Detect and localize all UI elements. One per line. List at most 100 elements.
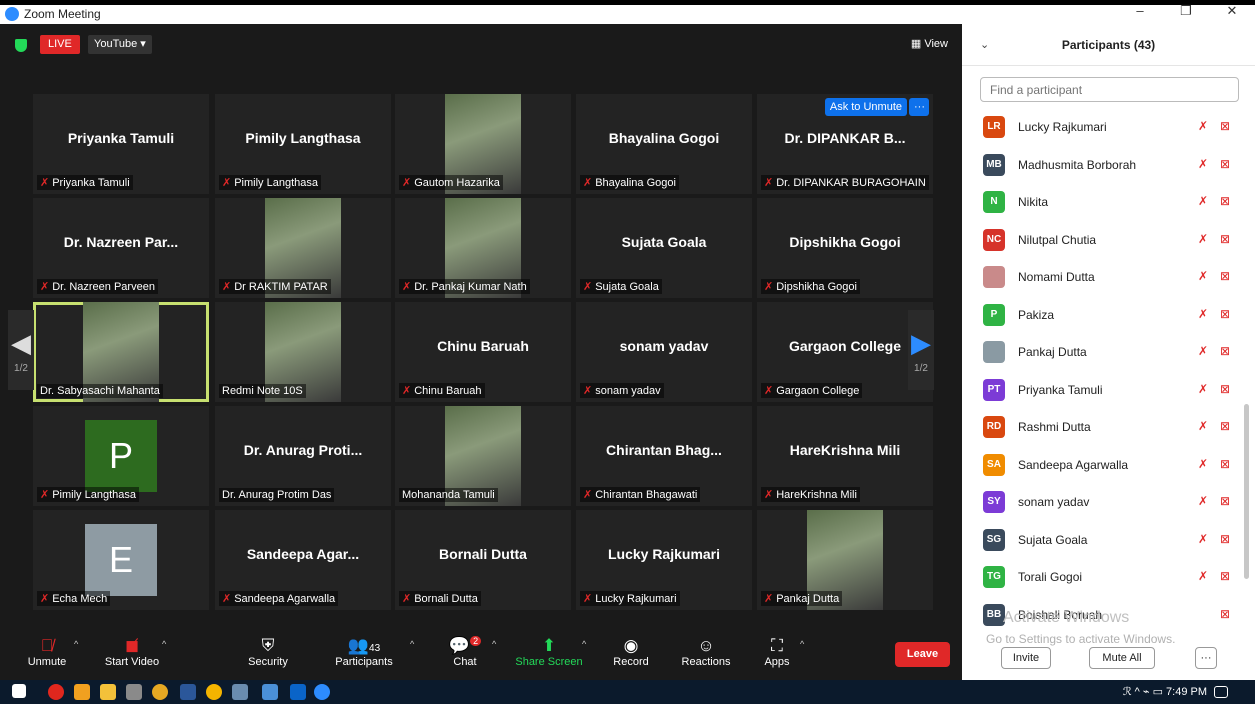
mic-muted-icon[interactable]: ✗ xyxy=(1198,457,1208,471)
video-tile[interactable]: Chirantan Bhag... ✗ Chirantan Bhagawati xyxy=(576,406,752,506)
view-button[interactable]: ▦ View xyxy=(911,37,948,50)
video-tile[interactable]: Dr. Nazreen Par... ✗ Dr. Nazreen Parveen xyxy=(33,198,209,298)
video-tile[interactable]: Mohananda Tamuli xyxy=(395,406,571,506)
windows-start-icon[interactable] xyxy=(12,684,26,698)
chat-button[interactable]: 💬 2 Chat ^ xyxy=(448,636,496,668)
mic-muted-icon[interactable]: ✗ xyxy=(1198,569,1208,583)
video-tile[interactable]: E ✗ Echa Mech xyxy=(33,510,209,610)
prev-page-button[interactable]: ◀ 1/2 xyxy=(8,310,34,390)
notification-icon[interactable] xyxy=(1214,686,1228,698)
video-off-icon[interactable]: ⊠ xyxy=(1220,382,1230,396)
mic-muted-icon[interactable]: ✗ xyxy=(1198,119,1208,133)
video-tile[interactable]: ✗ Gautom Hazarika xyxy=(395,94,571,194)
video-tile[interactable]: Sandeepa Agar... ✗ Sandeepa Agarwalla xyxy=(215,510,391,610)
unmute-button[interactable]: 🎙̸ Unmute ^ xyxy=(22,636,79,668)
encryption-shield-icon[interactable] xyxy=(15,39,27,52)
app-icon[interactable] xyxy=(206,684,222,700)
live-badge[interactable]: LIVE xyxy=(40,35,80,54)
word-icon[interactable] xyxy=(180,684,196,700)
tray-icons[interactable]: ℛ ^ ⌁ ▭ xyxy=(1123,686,1166,698)
video-tile[interactable]: Gargaon College ✗ Gargaon College xyxy=(757,302,933,402)
more-options-button[interactable]: ··· xyxy=(1195,647,1217,669)
mic-muted-icon[interactable]: ✗ xyxy=(1198,382,1208,396)
participant-row[interactable]: Nomami Dutta ✗ ⊠ xyxy=(962,258,1255,295)
share-screen-button[interactable]: ⬆ Share Screen ^ xyxy=(514,636,586,668)
stream-dropdown[interactable]: YouTube ▾ xyxy=(88,35,152,54)
participants-button[interactable]: 👥43 Participants ^ xyxy=(330,636,414,668)
restore-button[interactable]: ❐ xyxy=(1163,3,1209,19)
video-tile[interactable]: Bornali Dutta ✗ Bornali Dutta xyxy=(395,510,571,610)
close-button[interactable]: ✕ xyxy=(1209,3,1255,19)
participant-row[interactable]: SG Sujata Goala ✗ ⊠ xyxy=(962,521,1255,558)
video-tile[interactable]: HareKrishna Mili ✗ HareKrishna Mili xyxy=(757,406,933,506)
video-tile[interactable]: Bhayalina Gogoi ✗ Bhayalina Gogoi xyxy=(576,94,752,194)
video-off-icon[interactable]: ⊠ xyxy=(1220,532,1230,546)
video-tile[interactable]: Sujata Goala ✗ Sujata Goala xyxy=(576,198,752,298)
participant-row[interactable]: NC Nilutpal Chutia ✗ ⊠ xyxy=(962,221,1255,258)
panel-scrollbar[interactable] xyxy=(1244,404,1249,579)
app-icon[interactable] xyxy=(74,684,90,700)
video-tile[interactable]: Dr. Anurag Proti... Dr. Anurag Protim Das xyxy=(215,406,391,506)
mic-muted-icon[interactable]: ✗ xyxy=(1198,157,1208,171)
apps-button[interactable]: ⛶ Apps ^ xyxy=(762,636,804,668)
video-off-icon[interactable]: ⊠ xyxy=(1220,232,1230,246)
zoom-taskbar-icon[interactable] xyxy=(314,684,330,700)
video-tile[interactable]: ✗ Pankaj Dutta xyxy=(757,510,933,610)
tile-more-button[interactable]: ··· xyxy=(909,98,929,116)
minimize-button[interactable]: – xyxy=(1117,3,1163,19)
participant-row[interactable]: MB Madhusmita Borborah ✗ ⊠ xyxy=(962,146,1255,183)
video-options-caret-icon[interactable]: ^ xyxy=(162,639,166,649)
participant-row[interactable]: P Pakiza ✗ ⊠ xyxy=(962,296,1255,333)
mic-muted-icon[interactable]: ✗ xyxy=(1198,269,1208,283)
video-off-icon[interactable]: ⊠ xyxy=(1220,569,1230,583)
opera-icon[interactable] xyxy=(48,684,64,700)
video-tile[interactable]: Redmi Note 10S xyxy=(215,302,391,402)
participant-row[interactable]: SA Sandeepa Agarwalla ✗ ⊠ xyxy=(962,446,1255,483)
video-tile[interactable]: Chinu Baruah ✗ Chinu Baruah xyxy=(395,302,571,402)
participant-row[interactable]: N Nikita ✗ ⊠ xyxy=(962,183,1255,220)
participant-row[interactable]: Pankaj Dutta ✗ ⊠ xyxy=(962,333,1255,370)
mic-muted-icon[interactable]: ✗ xyxy=(1198,532,1208,546)
video-off-icon[interactable]: ⊠ xyxy=(1220,607,1230,621)
start-video-button[interactable]: ◼̸ Start Video ^ xyxy=(100,636,166,668)
video-tile[interactable]: Pimily Langthasa ✗ Pimily Langthasa xyxy=(215,94,391,194)
photos-icon[interactable] xyxy=(262,684,278,700)
security-button[interactable]: ⛨ Security xyxy=(242,636,294,668)
video-off-icon[interactable]: ⊠ xyxy=(1220,307,1230,321)
app-icon[interactable] xyxy=(126,684,142,700)
participant-row[interactable]: RD Rashmi Dutta ✗ ⊠ xyxy=(962,408,1255,445)
mic-muted-icon[interactable]: ✗ xyxy=(1198,344,1208,358)
chat-caret-icon[interactable]: ^ xyxy=(492,639,496,649)
mic-muted-icon[interactable]: ✗ xyxy=(1198,194,1208,208)
mute-all-button[interactable]: Mute All xyxy=(1089,647,1155,669)
video-tile[interactable]: ✗ Dr. Pankaj Kumar Nath xyxy=(395,198,571,298)
video-tile[interactable]: P ✗ Pimily Langthasa xyxy=(33,406,209,506)
record-button[interactable]: ◉ Record xyxy=(610,636,652,668)
participant-search-input[interactable] xyxy=(980,77,1239,102)
invite-button[interactable]: Invite xyxy=(1001,647,1051,669)
video-tile[interactable]: Dipshikha Gogoi ✗ Dipshikha Gogoi xyxy=(757,198,933,298)
video-off-icon[interactable]: ⊠ xyxy=(1220,157,1230,171)
video-tile[interactable]: ✗ Dr RAKTIM PATAR xyxy=(215,198,391,298)
participant-row[interactable]: PT Priyanka Tamuli ✗ ⊠ xyxy=(962,371,1255,408)
app-icon[interactable] xyxy=(290,684,306,700)
participants-caret-icon[interactable]: ^ xyxy=(410,639,414,649)
participant-row[interactable]: LR Lucky Rajkumari ✗ ⊠ xyxy=(962,108,1255,145)
video-tile[interactable]: sonam yadav ✗ sonam yadav xyxy=(576,302,752,402)
participant-row[interactable]: SY sonam yadav ✗ ⊠ xyxy=(962,483,1255,520)
apps-caret-icon[interactable]: ^ xyxy=(800,639,804,649)
mic-muted-icon[interactable]: ✗ xyxy=(1198,232,1208,246)
share-caret-icon[interactable]: ^ xyxy=(582,639,586,649)
chrome-icon[interactable] xyxy=(152,684,168,700)
reactions-button[interactable]: ☺ Reactions xyxy=(680,636,732,668)
video-off-icon[interactable]: ⊠ xyxy=(1220,494,1230,508)
video-tile[interactable]: Dr. DIPANKAR B... Ask to Unmute ··· ✗ Dr. DI… xyxy=(757,94,933,194)
mic-muted-icon[interactable]: ✗ xyxy=(1198,494,1208,508)
video-off-icon[interactable]: ⊠ xyxy=(1220,119,1230,133)
video-off-icon[interactable]: ⊠ xyxy=(1220,419,1230,433)
participant-row[interactable]: TG Torali Gogoi ✗ ⊠ xyxy=(962,558,1255,595)
ask-to-unmute-button[interactable]: Ask to Unmute xyxy=(824,98,907,116)
mic-options-caret-icon[interactable]: ^ xyxy=(74,639,78,649)
mic-muted-icon[interactable]: ✗ xyxy=(1198,307,1208,321)
next-page-button[interactable]: ▶ 1/2 xyxy=(908,310,934,390)
